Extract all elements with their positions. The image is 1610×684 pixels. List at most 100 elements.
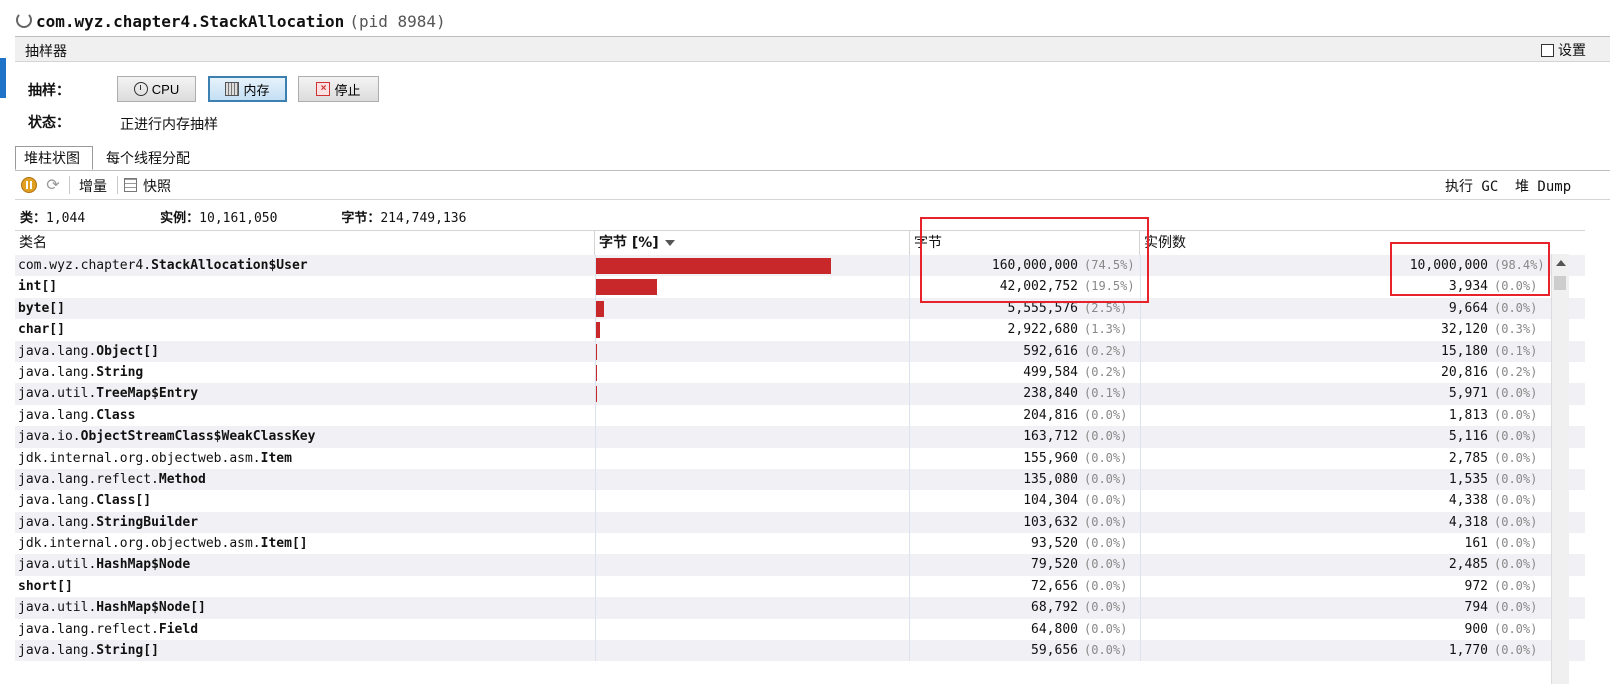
instances-percent: (0.0%) bbox=[1494, 450, 1538, 465]
class-name-cell: java.lang.Class bbox=[18, 405, 593, 426]
cpu-button[interactable]: CPU bbox=[117, 76, 196, 102]
bytes-percent: (0.0%) bbox=[1084, 514, 1128, 529]
pause-icon[interactable] bbox=[21, 177, 37, 193]
checkbox-icon[interactable] bbox=[1541, 43, 1554, 57]
column-header-label: 字节 [%] bbox=[599, 235, 659, 251]
table-row[interactable]: char[] 2,922,680 (1.3%) 32,120 (0.3%) bbox=[15, 319, 1585, 341]
bytes-value: 163,712 bbox=[1023, 429, 1078, 445]
package-name: java.lang. bbox=[18, 364, 97, 380]
heap-dump-button[interactable]: 堆 Dump bbox=[1515, 176, 1571, 196]
summary-bar: 类：1,044 实例：10,161,050 字节：214,749,136 bbox=[20, 207, 466, 226]
classes-value: 1,044 bbox=[46, 211, 86, 226]
settings-checkbox[interactable]: 设置 bbox=[1541, 40, 1586, 60]
snapshot-icon[interactable] bbox=[124, 178, 137, 192]
class-simple-name: ObjectStreamClass$WeakClassKey bbox=[80, 429, 316, 445]
bytes-percent: (0.0%) bbox=[1084, 471, 1128, 486]
class-simple-name: HashMap$Node bbox=[96, 557, 191, 573]
instances-value: 900 bbox=[1464, 621, 1488, 637]
bytes-percent: (0.0%) bbox=[1084, 578, 1128, 593]
bytes-bar-cell bbox=[595, 554, 910, 576]
table-row[interactable]: java.lang.Class 204,816 (0.0%) 1,813 (0.0%) bbox=[15, 404, 1585, 427]
bytes-cell: 42,002,752 (19.5%) bbox=[910, 276, 1140, 297]
bytes-percent: (0.0%) bbox=[1084, 407, 1128, 422]
class-name-cell: short[] bbox=[18, 576, 593, 597]
scroll-thumb[interactable] bbox=[1554, 276, 1566, 290]
instances-percent: (0.0%) bbox=[1494, 493, 1538, 508]
class-name-cell: java.util.HashMap$Node bbox=[18, 554, 593, 575]
scroll-up-icon[interactable] bbox=[1556, 260, 1566, 266]
bytes-bar-cell bbox=[595, 319, 910, 341]
tab-heap-histogram[interactable]: 堆柱状图 bbox=[15, 146, 93, 170]
class-name-cell: jdk.internal.org.objectweb.asm.Item bbox=[18, 448, 593, 469]
delta-button[interactable]: 增量 bbox=[79, 176, 107, 196]
table-row[interactable]: short[] 72,656 (0.0%) 972 (0.0%) bbox=[15, 575, 1585, 598]
bytes-bar-cell bbox=[595, 533, 910, 555]
instances-cell: 32,120 (0.3%) bbox=[1140, 319, 1550, 341]
bytes-cell: 499,584 (0.2%) bbox=[910, 362, 1140, 383]
instances-cell: 1,535 (0.0%) bbox=[1140, 468, 1550, 491]
class-simple-name: byte[] bbox=[18, 300, 65, 316]
bytes-cell: 163,712 (0.0%) bbox=[910, 426, 1140, 447]
bytes-value: 204,816 bbox=[1023, 407, 1078, 423]
bytes-value: 499,584 bbox=[1023, 364, 1078, 380]
table-row[interactable]: com.wyz.chapter4.StackAllocation$User 160… bbox=[15, 255, 1585, 277]
window-title: com.wyz.chapter4.StackAllocation (pid 89… bbox=[36, 12, 446, 31]
table-row[interactable]: java.lang.reflect.Method 135,080 (0.0%) 1,5… bbox=[15, 468, 1585, 491]
bytes-value: 64,800 bbox=[1031, 621, 1078, 637]
table-row[interactable]: byte[] 5,555,576 (2.5%) 9,664 (0.0%) bbox=[15, 297, 1585, 320]
instances-percent: (0.0%) bbox=[1494, 600, 1538, 615]
instances-cell: 20,816 (0.2%) bbox=[1140, 361, 1550, 384]
column-header-bytes-percent[interactable]: 字节 [%] bbox=[595, 231, 910, 255]
table-row[interactable]: int[] 42,002,752 (19.5%) 3,934 (0.0%) bbox=[15, 276, 1585, 298]
column-header-class-name[interactable]: 类名 bbox=[15, 231, 595, 255]
column-header-instances[interactable]: 实例数 bbox=[1140, 231, 1585, 255]
class-name-cell: com.wyz.chapter4.StackAllocation$User bbox=[18, 255, 593, 276]
table-row[interactable]: java.lang.StringBuilder 103,632 (0.0%) 4,31… bbox=[15, 511, 1585, 534]
bytes-percent: (0.0%) bbox=[1084, 429, 1128, 444]
column-header-label: 类名 bbox=[19, 235, 47, 251]
table-row[interactable]: jdk.internal.org.objectweb.asm.Item 155,9… bbox=[15, 447, 1585, 469]
refresh-icon[interactable]: ⟳ bbox=[45, 177, 61, 193]
bytes-bar-cell bbox=[595, 575, 910, 598]
table-row[interactable]: java.lang.String[] 59,656 (0.0%) 1,770 (0.0%… bbox=[15, 640, 1585, 662]
title-pid: (pid 8984) bbox=[349, 12, 446, 31]
bytes-cell: 160,000,000 (74.5%) bbox=[910, 255, 1140, 276]
vertical-scrollbar[interactable] bbox=[1551, 254, 1569, 684]
table-row[interactable]: jdk.internal.org.objectweb.asm.Item[] 93,… bbox=[15, 533, 1585, 555]
instances-cell: 1,770 (0.0%) bbox=[1140, 640, 1550, 662]
table-row[interactable]: java.util.TreeMap$Entry 238,840 (0.1%) 5,97… bbox=[15, 383, 1585, 405]
column-header-bytes[interactable]: 字节 bbox=[910, 231, 1140, 255]
table-row[interactable]: java.lang.Object[] 592,616 (0.2%) 15,180 (0.… bbox=[15, 340, 1585, 362]
instances-value: 15,180 bbox=[1441, 343, 1488, 359]
tab-per-thread-allocations[interactable]: 每个线程分配 bbox=[97, 146, 207, 170]
instances-value: 32,120 bbox=[1441, 322, 1488, 338]
bytes-percent: (0.0%) bbox=[1084, 600, 1128, 615]
memory-button[interactable]: 内存 bbox=[208, 76, 287, 102]
instances-cell: 9,664 (0.0%) bbox=[1140, 297, 1550, 320]
instances-percent: (0.0%) bbox=[1494, 429, 1538, 444]
bytes-value: 79,520 bbox=[1031, 557, 1078, 573]
table-row[interactable]: java.lang.Class[] 104,304 (0.0%) 4,338 (0.0%… bbox=[15, 490, 1585, 512]
bytes-cell: 59,656 (0.0%) bbox=[910, 640, 1140, 661]
class-simple-name: HashMap$Node[] bbox=[96, 600, 206, 616]
instances-cell: 4,338 (0.0%) bbox=[1140, 490, 1550, 512]
stop-button[interactable]: × 停止 bbox=[298, 76, 379, 102]
class-name-cell: java.util.HashMap$Node[] bbox=[18, 597, 593, 618]
instances-percent: (0.0%) bbox=[1494, 386, 1538, 401]
class-simple-name: Field bbox=[158, 621, 199, 637]
bytes-percent: (0.1%) bbox=[1084, 386, 1128, 401]
instances-label: 实例： bbox=[160, 211, 200, 226]
table-row[interactable]: java.util.HashMap$Node[] 68,792 (0.0%) 794 (… bbox=[15, 597, 1585, 619]
snapshot-button[interactable]: 快照 bbox=[143, 176, 171, 196]
package-name: java.lang. bbox=[18, 493, 97, 509]
table-row[interactable]: java.util.HashMap$Node 79,520 (0.0%) 2,485 (… bbox=[15, 554, 1585, 576]
table-row[interactable]: java.lang.String 499,584 (0.2%) 20,816 (0.2%… bbox=[15, 361, 1585, 384]
perform-gc-button[interactable]: 执行 GC bbox=[1445, 176, 1498, 196]
bytes-bar-cell bbox=[595, 597, 910, 619]
package-name: java.util. bbox=[18, 557, 97, 573]
bytes-share-bar bbox=[596, 364, 597, 381]
table-row[interactable]: java.io.ObjectStreamClass$WeakClassKey 16… bbox=[15, 426, 1585, 448]
instances-percent: (0.0%) bbox=[1494, 621, 1538, 636]
table-row[interactable]: java.lang.reflect.Field 64,800 (0.0%) 900 (0… bbox=[15, 618, 1585, 641]
bytes-percent: (19.5%) bbox=[1084, 279, 1135, 294]
